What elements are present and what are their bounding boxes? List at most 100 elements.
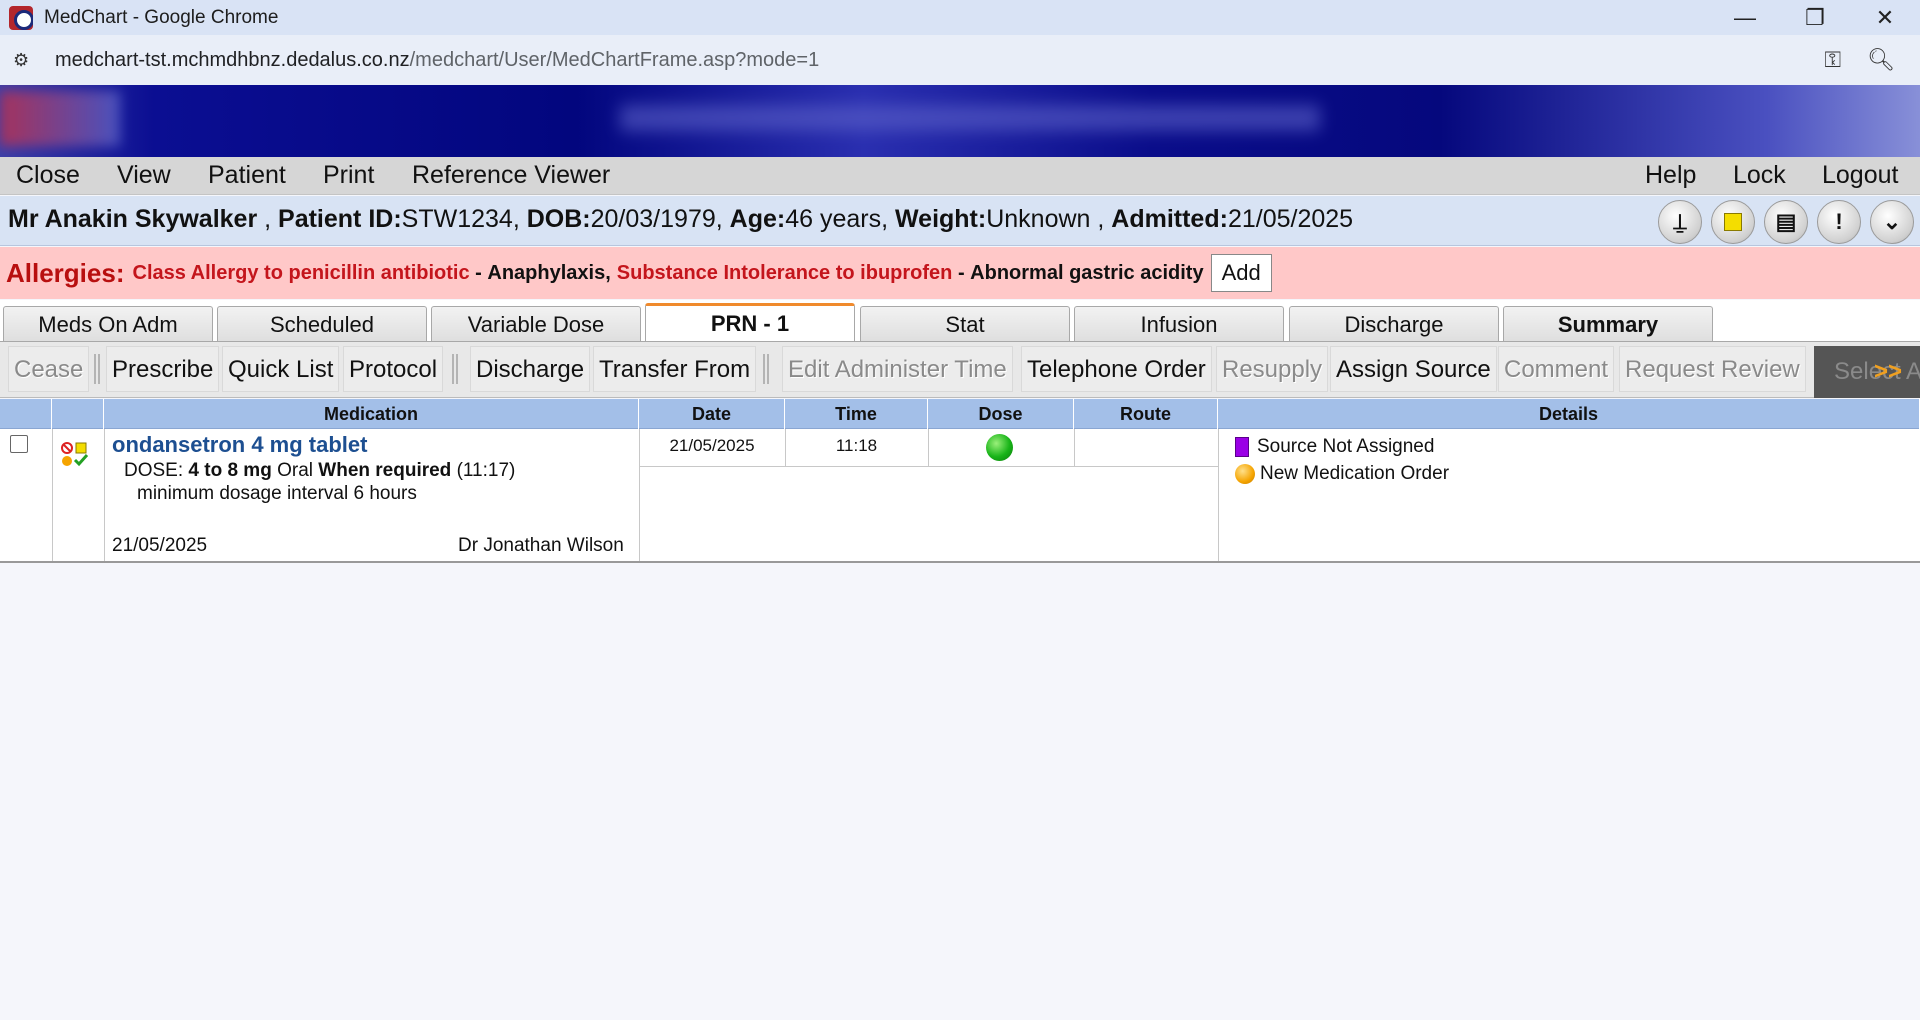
- more-arrow-icon[interactable]: >>: [1874, 346, 1902, 398]
- tab-meds-on-adm[interactable]: Meds On Adm: [3, 306, 213, 342]
- prescribe-button[interactable]: Prescribe: [106, 346, 220, 392]
- header-dose[interactable]: Dose: [928, 399, 1074, 429]
- prescriber-name: Dr Jonathan Wilson: [458, 535, 624, 556]
- row-checkbox[interactable]: [10, 435, 28, 453]
- tab-discharge[interactable]: Discharge: [1289, 306, 1499, 342]
- patient-info: Mr Anakin Skywalker , Patient ID:STW1234…: [8, 205, 1354, 233]
- app-icon: [9, 5, 33, 30]
- dose-amount: 4 to 8 mg: [188, 460, 272, 481]
- detail-new-medication-order: New Medication Order: [1235, 463, 1449, 485]
- expand-down-icon[interactable]: ⌄: [1870, 200, 1914, 244]
- header-time[interactable]: Time: [785, 399, 928, 429]
- resupply-button[interactable]: Resupply: [1216, 346, 1329, 392]
- url-path: /medchart/User/MedChartFrame.asp?mode=1: [409, 48, 820, 71]
- yellow-square-icon[interactable]: [1711, 200, 1755, 244]
- edit-administer-time-button[interactable]: Edit Administer Time: [782, 346, 1013, 392]
- patient-banner: Mr Anakin Skywalker , Patient ID:STW1234…: [0, 196, 1920, 246]
- dose-prefix: DOSE:: [124, 460, 189, 481]
- transfer-from-button[interactable]: Transfer From: [593, 346, 757, 392]
- menu-logout[interactable]: Logout: [1822, 161, 1898, 190]
- allergen-2: Substance Intolerance to ibuprofen: [616, 261, 953, 284]
- header-details[interactable]: Details: [1218, 399, 1920, 429]
- menu-bar: Close View Patient Print Reference Viewe…: [0, 157, 1920, 195]
- add-allergy-button[interactable]: Add: [1210, 254, 1272, 292]
- patient-weight: Unknown: [986, 205, 1091, 233]
- menu-lock[interactable]: Lock: [1733, 161, 1786, 190]
- patient-age: 46 years: [785, 205, 882, 233]
- url-text[interactable]: medchart-tst.mchmdhbnz.dedalus.co.nz/med…: [55, 49, 819, 72]
- action-toolbar: Cease Prescribe Quick List Protocol Disc…: [0, 342, 1920, 398]
- restore-button[interactable]: ❐: [1780, 0, 1850, 35]
- admin-date: 21/05/2025: [669, 436, 755, 455]
- allergies-label: Allergies:: [6, 257, 125, 288]
- tab-bar: Meds On Adm Scheduled Variable Dose PRN …: [0, 300, 1920, 342]
- header-medication[interactable]: Medication: [104, 399, 639, 429]
- dose-line: DOSE: 4 to 8 mg Oral When required (11:1…: [124, 460, 515, 482]
- menu-view[interactable]: View: [117, 161, 171, 190]
- protocol-button[interactable]: Protocol: [343, 346, 444, 392]
- detail-text-2: New Medication Order: [1260, 463, 1450, 484]
- patient-name: Mr Anakin Skywalker: [8, 205, 258, 233]
- header-route[interactable]: Route: [1074, 399, 1218, 429]
- request-review-button[interactable]: Request Review: [1619, 346, 1806, 392]
- header-date[interactable]: Date: [639, 399, 785, 429]
- purple-square-icon: [1235, 437, 1249, 457]
- tab-scheduled[interactable]: Scheduled: [217, 306, 427, 342]
- quick-list-button[interactable]: Quick List: [222, 346, 340, 392]
- close-window-button[interactable]: ✕: [1850, 0, 1920, 35]
- age-label: Age:: [729, 205, 786, 233]
- cease-button[interactable]: Cease: [8, 346, 90, 392]
- patient-id-label: Patient ID:: [278, 205, 402, 233]
- admin-time: 11:18: [835, 436, 878, 455]
- comment-button[interactable]: Comment: [1498, 346, 1615, 392]
- reaction-2: Abnormal gastric acidity: [970, 261, 1204, 284]
- menu-close[interactable]: Close: [16, 161, 80, 190]
- password-key-icon[interactable]: ⚿: [1824, 47, 1841, 73]
- detail-text-1: Source Not Assigned: [1257, 436, 1435, 457]
- minimize-button[interactable]: —: [1710, 0, 1780, 35]
- patient-admitted: 21/05/2025: [1227, 205, 1354, 233]
- allergy-bar: Allergies: Class Allergy to penicillin a…: [0, 247, 1920, 299]
- tab-stat[interactable]: Stat: [860, 306, 1070, 342]
- address-bar[interactable]: ⚙ medchart-tst.mchmdhbnz.dedalus.co.nz/m…: [0, 35, 1920, 85]
- detail-source-not-assigned: Source Not Assigned: [1235, 436, 1434, 458]
- menu-patient[interactable]: Patient: [208, 161, 286, 190]
- site-info-icon[interactable]: ⚙: [13, 50, 43, 71]
- window-title: MedChart - Google Chrome: [44, 6, 279, 28]
- reaction-1: Anaphylaxis: [487, 261, 606, 284]
- telephone-order-button[interactable]: Telephone Order: [1021, 346, 1212, 392]
- weight-label: Weight:: [895, 205, 987, 233]
- tab-variable-dose[interactable]: Variable Dose: [431, 306, 641, 342]
- lock-bell-icon[interactable]: ⍊: [1658, 200, 1702, 244]
- order-start-date: 21/05/2025: [112, 535, 208, 556]
- patient-dob: 20/03/1979: [590, 205, 716, 233]
- menu-reference-viewer[interactable]: Reference Viewer: [412, 161, 610, 190]
- app-banner: [0, 85, 1920, 157]
- dose-frequency: When required: [318, 460, 452, 481]
- admitted-label: Admitted:: [1111, 205, 1228, 233]
- select-all-button[interactable]: Select All >>: [1814, 346, 1920, 398]
- medication-name-link[interactable]: ondansetron 4 mg tablet: [112, 432, 367, 458]
- assign-source-button[interactable]: Assign Source: [1330, 346, 1497, 392]
- order-status-icon: [61, 442, 89, 467]
- browser-titlebar: MedChart - Google Chrome — ❐ ✕: [0, 0, 1920, 35]
- dose-instruction: minimum dosage interval 6 hours: [137, 483, 417, 504]
- tab-infusion[interactable]: Infusion: [1074, 306, 1284, 342]
- dob-label: DOB:: [526, 205, 591, 233]
- tab-prn[interactable]: PRN - 1: [645, 303, 855, 342]
- menu-help[interactable]: Help: [1645, 161, 1696, 190]
- menu-print[interactable]: Print: [323, 161, 374, 190]
- grid-header: Medication Date Time Dose Route Details: [0, 399, 1920, 429]
- tab-summary[interactable]: Summary: [1503, 306, 1713, 342]
- dose-time-note: (11:17): [456, 460, 516, 481]
- url-host: medchart-tst.mchmdhbnz.dedalus.co.nz: [55, 48, 410, 71]
- dose-given-icon[interactable]: [986, 434, 1013, 461]
- notes-icon[interactable]: ▤: [1764, 200, 1808, 244]
- alert-icon[interactable]: !: [1817, 200, 1861, 244]
- orange-circle-icon: [1235, 464, 1255, 484]
- patient-id: STW1234: [401, 205, 513, 233]
- zoom-icon[interactable]: 🔍︎: [1867, 47, 1895, 73]
- dose-route: Oral: [277, 460, 313, 481]
- allergen-1: Class Allergy to penicillin antibiotic: [132, 261, 470, 284]
- discharge-button[interactable]: Discharge: [470, 346, 591, 392]
